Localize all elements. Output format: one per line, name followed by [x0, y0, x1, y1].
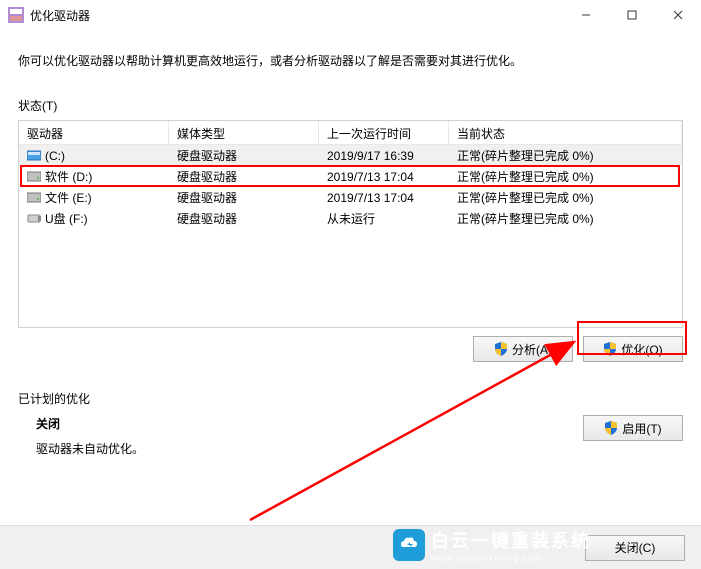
- drive-icon: [27, 192, 41, 203]
- cell-last-run: 2019/7/13 17:04: [319, 189, 449, 207]
- maximize-button[interactable]: [609, 0, 655, 30]
- cell-media: 硬盘驱动器: [169, 208, 319, 229]
- cell-drive: 文件 (E:): [19, 187, 169, 208]
- cell-drive: U盘 (F:): [19, 208, 169, 229]
- window-buttons: [563, 0, 701, 30]
- drives-list: 驱动器 媒体类型 上一次运行时间 当前状态 (C:)硬盘驱动器2019/9/17…: [18, 120, 683, 328]
- table-row[interactable]: 软件 (D:) 硬盘驱动器2019/7/13 17:04正常(碎片整理已完成 0%…: [19, 166, 682, 187]
- cell-media: 硬盘驱动器: [169, 187, 319, 208]
- status-section-label: 状态(T): [18, 97, 683, 114]
- description-text: 你可以优化驱动器以帮助计算机更高效地运行，或者分析驱动器以了解是否需要对其进行优…: [18, 52, 683, 69]
- shield-icon: [603, 342, 617, 356]
- titlebar: 优化驱动器: [0, 0, 701, 30]
- scheduled-info: 关闭 驱动器未自动优化。: [18, 415, 144, 457]
- enable-button[interactable]: 启用(T): [583, 415, 683, 441]
- cell-last-run: 2019/7/13 17:04: [319, 168, 449, 186]
- cell-last-run: 从未运行: [319, 208, 449, 229]
- action-buttons-row: 分析(A) 优化(O): [18, 336, 683, 362]
- minimize-button[interactable]: [563, 0, 609, 30]
- bottom-bar: 关闭(C): [0, 525, 701, 569]
- shield-icon: [494, 342, 508, 356]
- col-header-status[interactable]: 当前状态: [449, 121, 682, 144]
- col-header-media[interactable]: 媒体类型: [169, 121, 319, 144]
- close-button[interactable]: [655, 0, 701, 30]
- cell-status: 正常(碎片整理已完成 0%): [449, 145, 682, 166]
- close-dialog-button-label: 关闭(C): [615, 539, 656, 556]
- drive-name: U盘 (F:): [45, 210, 88, 227]
- scheduled-state: 关闭: [36, 415, 144, 432]
- enable-button-label: 启用(T): [622, 420, 661, 437]
- optimize-button-label: 优化(O): [621, 341, 662, 358]
- drive-icon: [27, 213, 41, 224]
- app-icon: [8, 7, 24, 23]
- table-row[interactable]: (C:) 硬盘驱动器2019/9/17 16:39正常(碎片整理已完成 0%): [19, 145, 682, 166]
- cell-last-run: 2019/9/17 16:39: [319, 147, 449, 165]
- scheduled-note: 驱动器未自动优化。: [36, 440, 144, 457]
- table-row[interactable]: 文件 (E:) 硬盘驱动器2019/7/13 17:04正常(碎片整理已完成 0%…: [19, 187, 682, 208]
- cell-status: 正常(碎片整理已完成 0%): [449, 208, 682, 229]
- optimize-button[interactable]: 优化(O): [583, 336, 683, 362]
- cell-drive: (C:): [19, 147, 169, 165]
- cell-drive: 软件 (D:): [19, 166, 169, 187]
- drives-header: 驱动器 媒体类型 上一次运行时间 当前状态: [19, 121, 682, 145]
- table-row[interactable]: U盘 (F:) 硬盘驱动器从未运行正常(碎片整理已完成 0%): [19, 208, 682, 229]
- cell-status: 正常(碎片整理已完成 0%): [449, 187, 682, 208]
- col-header-drive[interactable]: 驱动器: [19, 121, 169, 144]
- shield-icon: [604, 421, 618, 435]
- analyze-button[interactable]: 分析(A): [473, 336, 573, 362]
- close-dialog-button[interactable]: 关闭(C): [585, 535, 685, 561]
- cell-media: 硬盘驱动器: [169, 145, 319, 166]
- analyze-button-label: 分析(A): [512, 341, 552, 358]
- drive-icon: [27, 171, 41, 182]
- col-header-last[interactable]: 上一次运行时间: [319, 121, 449, 144]
- content-area: 你可以优化驱动器以帮助计算机更高效地运行，或者分析驱动器以了解是否需要对其进行优…: [0, 30, 701, 457]
- cell-media: 硬盘驱动器: [169, 166, 319, 187]
- scheduled-label: 已计划的优化: [18, 390, 683, 407]
- window-title: 优化驱动器: [30, 7, 563, 24]
- drive-name: 软件 (D:): [45, 168, 92, 185]
- cell-status: 正常(碎片整理已完成 0%): [449, 166, 682, 187]
- drive-name: 文件 (E:): [45, 189, 92, 206]
- drives-body: (C:)硬盘驱动器2019/9/17 16:39正常(碎片整理已完成 0%)软件…: [19, 145, 682, 229]
- scheduled-section: 已计划的优化 关闭 驱动器未自动优化。 启用(T): [18, 390, 683, 457]
- drive-icon: [27, 150, 41, 161]
- drive-name: (C:): [45, 149, 65, 163]
